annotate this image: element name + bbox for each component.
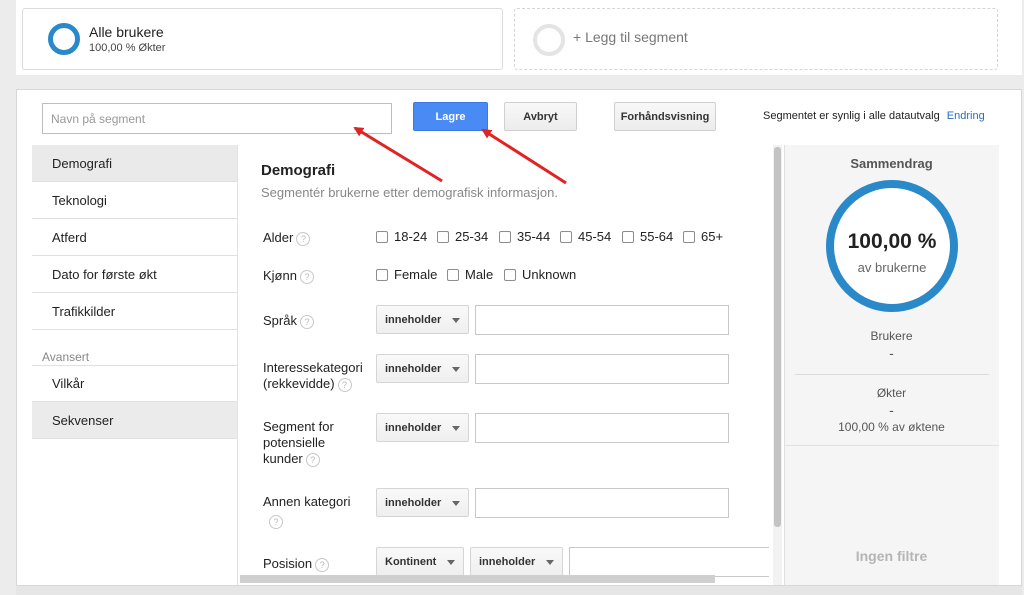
- arrow-to-name-input: [353, 126, 443, 183]
- annotation-arrows: [353, 126, 567, 185]
- arrow-to-save-button: [481, 128, 567, 185]
